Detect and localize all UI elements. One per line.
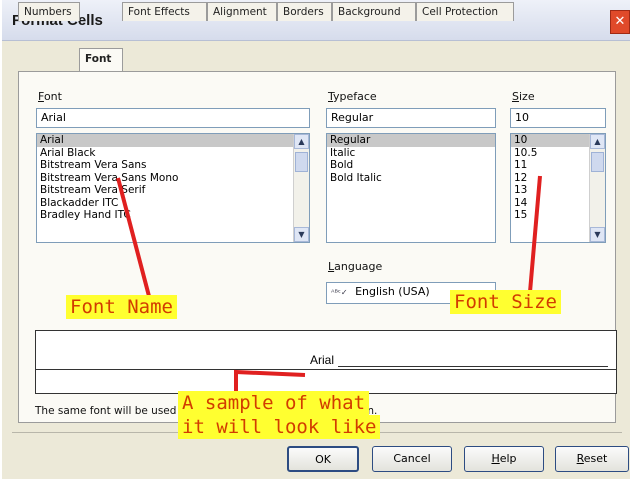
font-list-item[interactable]: Arial Black <box>37 147 309 160</box>
font-list-item[interactable]: Bitstream Vera Serif <box>37 184 309 197</box>
close-icon[interactable]: ✕ <box>610 10 630 34</box>
tab-font-effects[interactable]: Font Effects <box>122 2 207 21</box>
font-list-item[interactable]: Bradley Hand ITC <box>37 209 309 222</box>
typeface-list-item[interactable]: Italic <box>327 147 495 160</box>
tab-cell-protection[interactable]: Cell Protection <box>416 2 514 21</box>
font-name-list[interactable]: Arial Arial Black Bitstream Vera Sans Bitst… <box>36 133 310 243</box>
preview-baseline <box>338 366 608 367</box>
tab-background[interactable]: Background <box>332 2 416 21</box>
font-list-item[interactable]: Arial <box>37 134 309 147</box>
tab-font[interactable]: Font <box>79 48 123 71</box>
font-name-input[interactable]: Arial <box>36 108 310 128</box>
scroll-thumb[interactable] <box>591 152 604 172</box>
tab-numbers[interactable]: Numbers <box>18 2 80 21</box>
tab-borders[interactable]: Borders <box>277 2 332 21</box>
typeface-list-item[interactable]: Bold <box>327 159 495 172</box>
font-size-list[interactable]: 10 10.5 11 12 13 14 15 ▲ ▼ <box>510 133 606 243</box>
ok-button[interactable]: OK <box>287 446 359 472</box>
language-label: Language <box>328 260 383 273</box>
scroll-up-icon[interactable]: ▲ <box>294 134 309 149</box>
scroll-up-icon[interactable]: ▲ <box>590 134 605 149</box>
preview-sample-text: Arial <box>310 353 335 367</box>
typeface-label: Typeface <box>328 90 377 103</box>
tab-alignment[interactable]: Alignment <box>207 2 277 21</box>
typeface-input[interactable]: Regular <box>326 108 496 128</box>
size-list-scrollbar[interactable]: ▲ ▼ <box>589 134 605 242</box>
font-list-item[interactable]: Bitstream Vera Sans Mono <box>37 172 309 185</box>
font-label: Font <box>38 90 62 103</box>
reset-button[interactable]: Reset <box>555 446 629 472</box>
font-size-input[interactable]: 10 <box>510 108 606 128</box>
size-label: Size <box>512 90 535 103</box>
scroll-thumb[interactable] <box>295 152 308 172</box>
sample-callout-line1: A sample of what <box>178 391 370 415</box>
language-value: English (USA) <box>355 285 430 298</box>
font-list-scrollbar[interactable]: ▲ ▼ <box>293 134 309 242</box>
font-list-item[interactable]: Blackadder ITC <box>37 197 309 210</box>
cancel-button[interactable]: Cancel <box>372 446 452 472</box>
font-size-callout: Font Size <box>450 290 561 314</box>
typeface-list-item[interactable]: Bold Italic <box>327 172 495 185</box>
scroll-down-icon[interactable]: ▼ <box>590 227 605 242</box>
preview-divider <box>36 369 616 370</box>
font-name-callout: Font Name <box>66 295 177 319</box>
help-button[interactable]: Help <box>464 446 544 472</box>
font-preview: Arial <box>35 330 617 394</box>
typeface-list-item[interactable]: Regular <box>327 134 495 147</box>
typeface-list[interactable]: Regular Italic Bold Bold Italic <box>326 133 496 243</box>
spellcheck-icon: ᴬᴮᶜ✓ <box>331 288 348 297</box>
sample-callout-line2: it will look like <box>178 415 381 439</box>
scroll-down-icon[interactable]: ▼ <box>294 227 309 242</box>
font-list-item[interactable]: Bitstream Vera Sans <box>37 159 309 172</box>
